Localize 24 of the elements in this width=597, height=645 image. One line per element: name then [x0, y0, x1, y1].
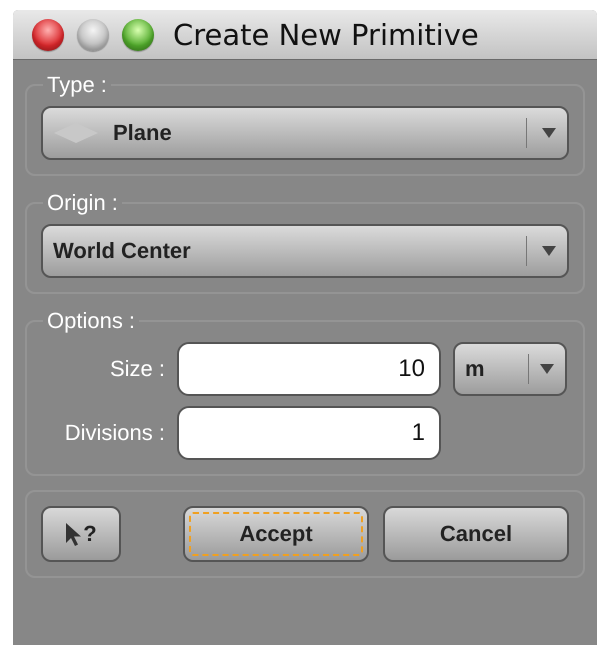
dropdown-value: World Center	[53, 238, 192, 264]
close-button[interactable]	[32, 18, 64, 50]
field-label: Size :	[108, 356, 165, 382]
field-label: Divisions :	[64, 420, 165, 446]
dropdown[interactable]: Plane	[41, 106, 569, 160]
zoom-button[interactable]	[122, 18, 154, 50]
caret-icon	[539, 363, 555, 375]
dialog-button[interactable]: Accept	[183, 506, 369, 562]
input-field[interactable]: 10	[177, 342, 441, 396]
caret-icon	[541, 245, 557, 257]
dropdown[interactable]: World Center	[41, 224, 569, 278]
input-field[interactable]: 1	[177, 406, 441, 460]
dropdown-value: m	[465, 356, 486, 382]
window-title: Create New Primitive	[173, 18, 479, 52]
unit-dropdown[interactable]: m	[453, 342, 567, 396]
cursor-icon	[65, 522, 82, 546]
help-button[interactable]: ?	[41, 506, 121, 562]
minimize-button[interactable]	[77, 18, 109, 50]
dialog-button[interactable]: Cancel	[383, 506, 569, 562]
group-legend: Options :	[43, 308, 140, 334]
group-legend: Origin :	[43, 190, 122, 216]
group-legend: Type :	[43, 72, 111, 98]
caret-icon	[541, 127, 557, 139]
dropdown-value: Plane	[113, 120, 173, 146]
